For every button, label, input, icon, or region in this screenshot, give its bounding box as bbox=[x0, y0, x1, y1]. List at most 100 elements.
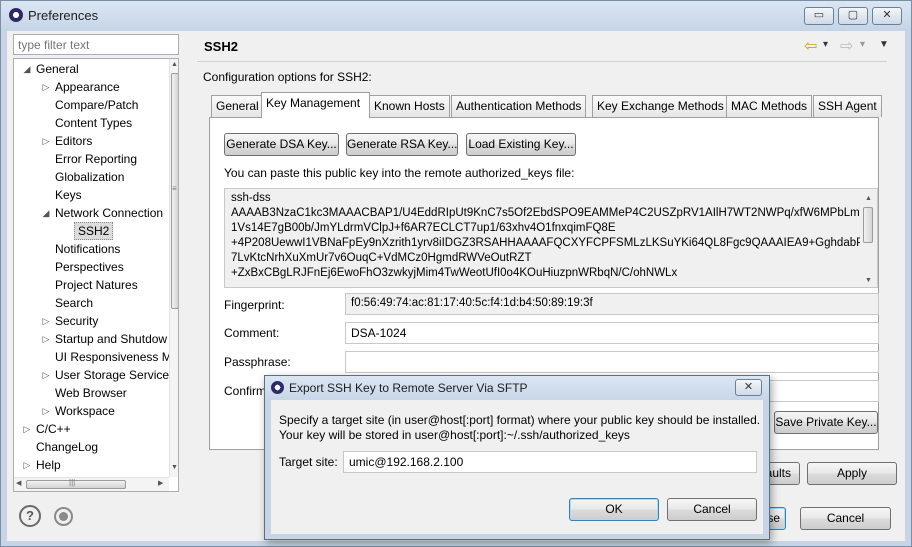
tree-item-label: ChangeLog bbox=[36, 440, 99, 454]
tree-item-label: Workspace bbox=[55, 404, 115, 418]
tree-horizontal-scrollbar[interactable]: ◀ ||| ▶ bbox=[14, 477, 169, 491]
forward-dropdown-icon[interactable]: ▾ bbox=[860, 39, 865, 50]
filter-input[interactable] bbox=[13, 34, 179, 55]
target-site-label: Target site: bbox=[279, 455, 338, 469]
forward-arrow-icon[interactable]: ⇨ bbox=[840, 36, 853, 56]
scroll-down-icon[interactable]: ▼ bbox=[171, 464, 178, 471]
dialog-instruction-line1: Specify a target site (in user@host[:por… bbox=[279, 413, 761, 427]
tab-mac-methods[interactable]: MAC Methods bbox=[726, 95, 813, 117]
tab-authentication-methods[interactable]: Authentication Methods bbox=[451, 95, 587, 117]
scroll-down-icon[interactable]: ▼ bbox=[865, 273, 872, 287]
record-dot bbox=[59, 512, 68, 521]
expanded-arrow-icon[interactable]: ◢ bbox=[41, 204, 51, 222]
eclipse-logo-icon bbox=[9, 8, 23, 22]
maximize-button[interactable]: ▢ bbox=[838, 7, 868, 25]
dialog-close-button[interactable]: ✕ bbox=[735, 379, 762, 396]
comment-field[interactable]: DSA-1024 bbox=[345, 322, 879, 344]
confirm-label: Confirm bbox=[224, 384, 267, 398]
key-line: 7LvKtcNrhXuXmUr7v6OuqC+VdMCz0HgmdRWVeOut… bbox=[231, 252, 532, 264]
tree-item-label: Appearance bbox=[55, 80, 120, 94]
collapsed-arrow-icon[interactable]: ▷ bbox=[41, 330, 51, 348]
key-scroll-thumb[interactable] bbox=[863, 207, 873, 243]
minimize-button[interactable]: ▭ bbox=[804, 7, 834, 25]
collapsed-arrow-icon[interactable]: ▷ bbox=[22, 420, 32, 438]
collapsed-arrow-icon[interactable]: ▷ bbox=[41, 312, 51, 330]
key-textarea-scrollbar[interactable]: ▲ ▼ bbox=[860, 189, 877, 287]
tree-item-label: Project Natures bbox=[55, 278, 138, 292]
tree-item-label: Content Types bbox=[55, 116, 133, 130]
tree-item-label: Help bbox=[36, 458, 61, 472]
generate-rsa-key-button[interactable]: Generate RSA Key... bbox=[346, 133, 458, 156]
scroll-right-icon[interactable]: ▶ bbox=[158, 479, 163, 487]
header-divider bbox=[197, 61, 887, 62]
key-line: AAAAB3NzaC1kc3MAAACBAP1/U4EddRIpUt9KnC7s… bbox=[231, 207, 860, 219]
passphrase-label: Passphrase: bbox=[224, 355, 291, 369]
tab-known-hosts[interactable]: Known Hosts bbox=[369, 95, 450, 117]
tree-item-label: Compare/Patch bbox=[55, 98, 139, 112]
dialog-title-bar: Export SSH Key to Remote Server Via SFTP… bbox=[265, 376, 769, 400]
tree-item-label: General bbox=[36, 62, 79, 76]
eclipse-logo-icon bbox=[271, 381, 284, 394]
tree-item-label: C/C++ bbox=[36, 422, 71, 436]
tree-item-label: UI Responsiveness M bbox=[55, 350, 172, 364]
page-title: SSH2 bbox=[204, 39, 238, 54]
tree-item-label: Keys bbox=[55, 188, 82, 202]
close-button[interactable]: ✕ bbox=[872, 7, 902, 25]
collapsed-arrow-icon[interactable]: ▷ bbox=[41, 402, 51, 420]
collapsed-arrow-icon[interactable]: ▷ bbox=[41, 78, 51, 96]
tree-item-label: Perspectives bbox=[55, 260, 124, 274]
back-dropdown-icon[interactable]: ▾ bbox=[823, 39, 828, 50]
key-line: 1Vs14E7gB00b/JmYLdrmVClpJ+f6AR7ECLCT7up1… bbox=[231, 222, 616, 234]
grip-icon: ||| bbox=[69, 478, 76, 487]
dialog-instruction-line2: Your key will be stored in user@host[:po… bbox=[279, 428, 630, 442]
dialog-ok-button[interactable]: OK bbox=[569, 498, 659, 521]
tree-item-label: Error Reporting bbox=[55, 152, 138, 166]
scroll-up-icon[interactable]: ▲ bbox=[865, 191, 872, 206]
scroll-left-icon[interactable]: ◀ bbox=[16, 479, 21, 487]
cancel-button[interactable]: Cancel bbox=[800, 507, 891, 530]
key-line: +ZxBxCBgLRJFnEj6EwoFhO3zwkyjMim4TwWeotUf… bbox=[231, 267, 678, 279]
record-macro-icon[interactable] bbox=[54, 507, 73, 526]
public-key-textarea[interactable]: ssh-dss AAAAB3NzaC1kc3MAAACBAP1/U4EddRIp… bbox=[224, 188, 878, 288]
tree-item-label: Editors bbox=[55, 134, 93, 148]
expanded-arrow-icon[interactable]: ◢ bbox=[22, 60, 32, 78]
tab-key-management[interactable]: Key Management bbox=[261, 92, 370, 118]
close-icon: ✕ bbox=[743, 381, 754, 393]
passphrase-field[interactable] bbox=[345, 351, 879, 373]
window-title: Preferences bbox=[28, 8, 99, 23]
tab-general[interactable]: General bbox=[211, 95, 264, 117]
tree-item-label: Notifications bbox=[55, 242, 121, 256]
grip-icon: ≡ bbox=[172, 184, 177, 193]
view-menu-icon[interactable]: ▼ bbox=[879, 39, 889, 50]
tree-item-label: Search bbox=[55, 296, 94, 310]
tree-item-label: Network Connection bbox=[55, 206, 164, 220]
collapsed-arrow-icon[interactable]: ▷ bbox=[41, 366, 51, 384]
dialog-cancel-button[interactable]: Cancel bbox=[667, 498, 757, 521]
tree-item-label: Startup and Shutdow bbox=[55, 332, 168, 346]
tab-key-exchange-methods[interactable]: Key Exchange Methods bbox=[592, 95, 729, 117]
tree-item-label: SSH2 bbox=[74, 222, 114, 240]
generate-dsa-key-button[interactable]: Generate DSA Key... bbox=[224, 133, 339, 156]
key-line: ssh-dss bbox=[231, 192, 271, 204]
minimize-icon: ▭ bbox=[813, 9, 825, 21]
tree-item-label: User Storage Service bbox=[55, 368, 170, 382]
tree-item-label: Security bbox=[55, 314, 99, 328]
tree-vscroll-thumb[interactable]: ≡ bbox=[171, 73, 178, 309]
collapsed-arrow-icon[interactable]: ▷ bbox=[22, 456, 32, 474]
save-private-key-button[interactable]: Save Private Key... bbox=[774, 411, 878, 434]
tree-hscroll-thumb[interactable]: ||| bbox=[26, 478, 126, 489]
fingerprint-label: Fingerprint: bbox=[224, 298, 285, 312]
dialog-title: Export SSH Key to Remote Server Via SFTP bbox=[289, 381, 528, 395]
tree-vertical-scrollbar[interactable]: ▲ ≡ ▼ bbox=[169, 59, 178, 477]
preference-tree: ◢ General ▷ Appearance Compare/Patch Content … bbox=[13, 58, 179, 492]
maximize-icon: ▢ bbox=[847, 9, 859, 21]
scroll-up-icon[interactable]: ▲ bbox=[171, 61, 178, 68]
load-existing-key-button[interactable]: Load Existing Key... bbox=[466, 133, 576, 156]
help-icon[interactable]: ? bbox=[19, 505, 41, 527]
apply-button[interactable]: Apply bbox=[807, 462, 897, 485]
collapsed-arrow-icon[interactable]: ▷ bbox=[41, 132, 51, 150]
target-site-input[interactable]: umic@192.168.2.100 bbox=[343, 451, 757, 473]
tab-ssh-agent[interactable]: SSH Agent bbox=[813, 95, 882, 117]
close-icon: ✕ bbox=[882, 9, 892, 21]
back-arrow-icon[interactable]: ⇦ bbox=[804, 36, 817, 56]
